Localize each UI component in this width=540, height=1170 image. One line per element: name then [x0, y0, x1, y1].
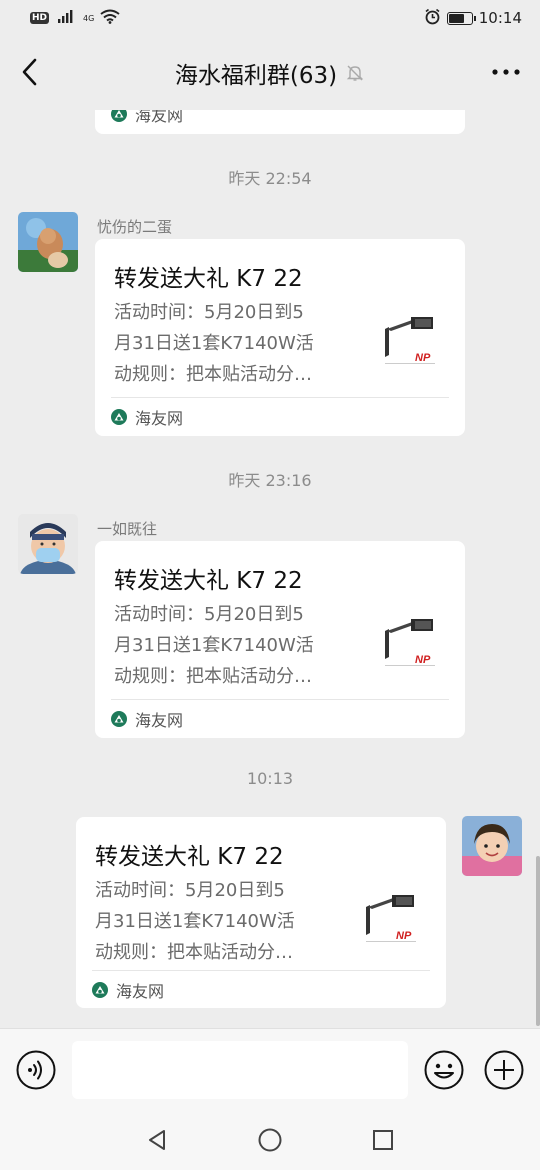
back-button[interactable]	[14, 56, 46, 88]
timestamp: 昨天 22:54	[228, 169, 312, 188]
card-source: 海友网	[111, 407, 184, 428]
card-desc-line: 动规则：把本贴活动分…	[114, 666, 312, 687]
thumb-brand: NP	[415, 352, 431, 364]
battery-fill	[448, 13, 465, 23]
my-avatar[interactable]	[462, 816, 522, 876]
circle-home-icon	[258, 1128, 282, 1152]
emoji-icon	[424, 1050, 464, 1090]
hd-badge: HD	[30, 12, 50, 24]
card-title: 转发送大礼 K7 22	[114, 266, 303, 292]
card-thumbnail: NP	[356, 887, 424, 955]
sender-name: 一如既往	[97, 520, 158, 538]
voice-icon	[16, 1050, 56, 1090]
input-bar	[0, 1028, 540, 1110]
nav-back-button[interactable]	[137, 1120, 177, 1160]
chat-title: 海水福利群(63)	[174, 63, 338, 89]
source-logo-icon	[111, 110, 127, 122]
card-source-label: 海友网	[135, 409, 184, 428]
card-thumbnail: NP	[375, 309, 443, 377]
plus-button[interactable]	[484, 1050, 524, 1090]
triangle-back-icon	[148, 1130, 165, 1150]
avatar[interactable]	[18, 212, 78, 272]
link-card-partial[interactable]: 海友网	[95, 110, 465, 134]
card-source: 海友网	[92, 980, 165, 1001]
voice-button[interactable]	[16, 1050, 56, 1090]
thumb-brand: NP	[396, 930, 412, 942]
nav-home-button[interactable]	[250, 1120, 290, 1160]
card-divider	[111, 699, 449, 700]
card-desc-line: 月31日送1套K7140W活	[114, 333, 314, 354]
status-time: 10:14	[478, 9, 522, 27]
card-desc-line: 活动时间：5月20日到5	[114, 604, 304, 625]
card-desc-line: 月31日送1套K7140W活	[114, 635, 314, 656]
more-dots-icon	[492, 69, 520, 75]
card-description: 活动时间：5月20日到5 月31日送1套K7140W活 动规则：把本贴活动分…	[95, 875, 335, 968]
plus-circle-icon	[484, 1050, 524, 1090]
more-button[interactable]	[486, 56, 526, 88]
signal-icon	[55, 9, 77, 27]
card-divider	[111, 397, 449, 398]
battery-icon	[446, 11, 476, 25]
status-bar: HD 4G 10:14	[0, 0, 540, 36]
title-wrap: 海水福利群(63)	[175, 56, 365, 90]
link-card[interactable]: 转发送大礼 K7 22 活动时间：5月20日到5 月31日送1套K7140W活 …	[95, 541, 465, 738]
card-desc-line: 活动时间：5月20日到5	[95, 880, 285, 901]
thumb-brand: NP	[415, 654, 431, 666]
link-card[interactable]: 转发送大礼 K7 22 活动时间：5月20日到5 月31日送1套K7140W活 …	[76, 817, 446, 1008]
card-desc-line: 月31日送1套K7140W活	[95, 911, 295, 932]
card-description: 活动时间：5月20日到5 月31日送1套K7140W活 动规则：把本贴活动分…	[114, 599, 354, 692]
system-nav-bar	[0, 1110, 540, 1170]
card-desc-line: 动规则：把本贴活动分…	[114, 364, 312, 385]
card-source-label: 海友网	[135, 711, 184, 730]
card-thumbnail: NP	[375, 611, 443, 679]
message-list[interactable]: 海友网 昨天 22:54 忧伤的二蛋 转发送大礼 K7 22 活动时间：5月20…	[0, 110, 540, 1028]
bell-muted-icon	[346, 65, 364, 81]
card-source-label: 海友网	[135, 110, 184, 125]
card-desc-line: 活动时间：5月20日到5	[114, 302, 304, 323]
card-desc-line: 动规则：把本贴活动分…	[95, 942, 293, 963]
avatar[interactable]	[18, 514, 78, 574]
alarm-icon	[424, 8, 441, 29]
status-right: 10:14	[424, 8, 522, 29]
source-logo-icon	[111, 409, 127, 425]
card-title: 转发送大礼 K7 22	[114, 568, 303, 594]
card-source: 海友网	[111, 709, 184, 730]
scrollbar[interactable]	[536, 856, 540, 1026]
card-title: 转发送大礼 K7 22	[95, 844, 284, 870]
chevron-left-icon	[22, 58, 37, 86]
network-label: 4G	[83, 13, 95, 23]
card-description: 活动时间：5月20日到5 月31日送1套K7140W活 动规则：把本贴活动分…	[114, 297, 354, 390]
emoji-button[interactable]	[424, 1050, 464, 1090]
square-recents-icon	[373, 1130, 394, 1150]
timestamp: 10:13	[246, 769, 294, 788]
chat-header: 海水福利群(63)	[0, 36, 540, 110]
card-source-label: 海友网	[116, 982, 165, 1001]
card-source: 海友网	[111, 110, 184, 125]
source-logo-icon	[111, 711, 127, 727]
timestamp: 昨天 23:16	[228, 471, 312, 490]
link-card[interactable]: 转发送大礼 K7 22 活动时间：5月20日到5 月31日送1套K7140W活 …	[95, 239, 465, 436]
message-input[interactable]	[72, 1041, 408, 1099]
sender-name: 忧伤的二蛋	[97, 218, 173, 236]
source-logo-icon	[92, 982, 108, 998]
card-divider	[92, 970, 430, 971]
status-left: HD 4G	[30, 9, 120, 28]
wifi-icon	[100, 9, 120, 28]
nav-recents-button[interactable]	[363, 1120, 403, 1160]
